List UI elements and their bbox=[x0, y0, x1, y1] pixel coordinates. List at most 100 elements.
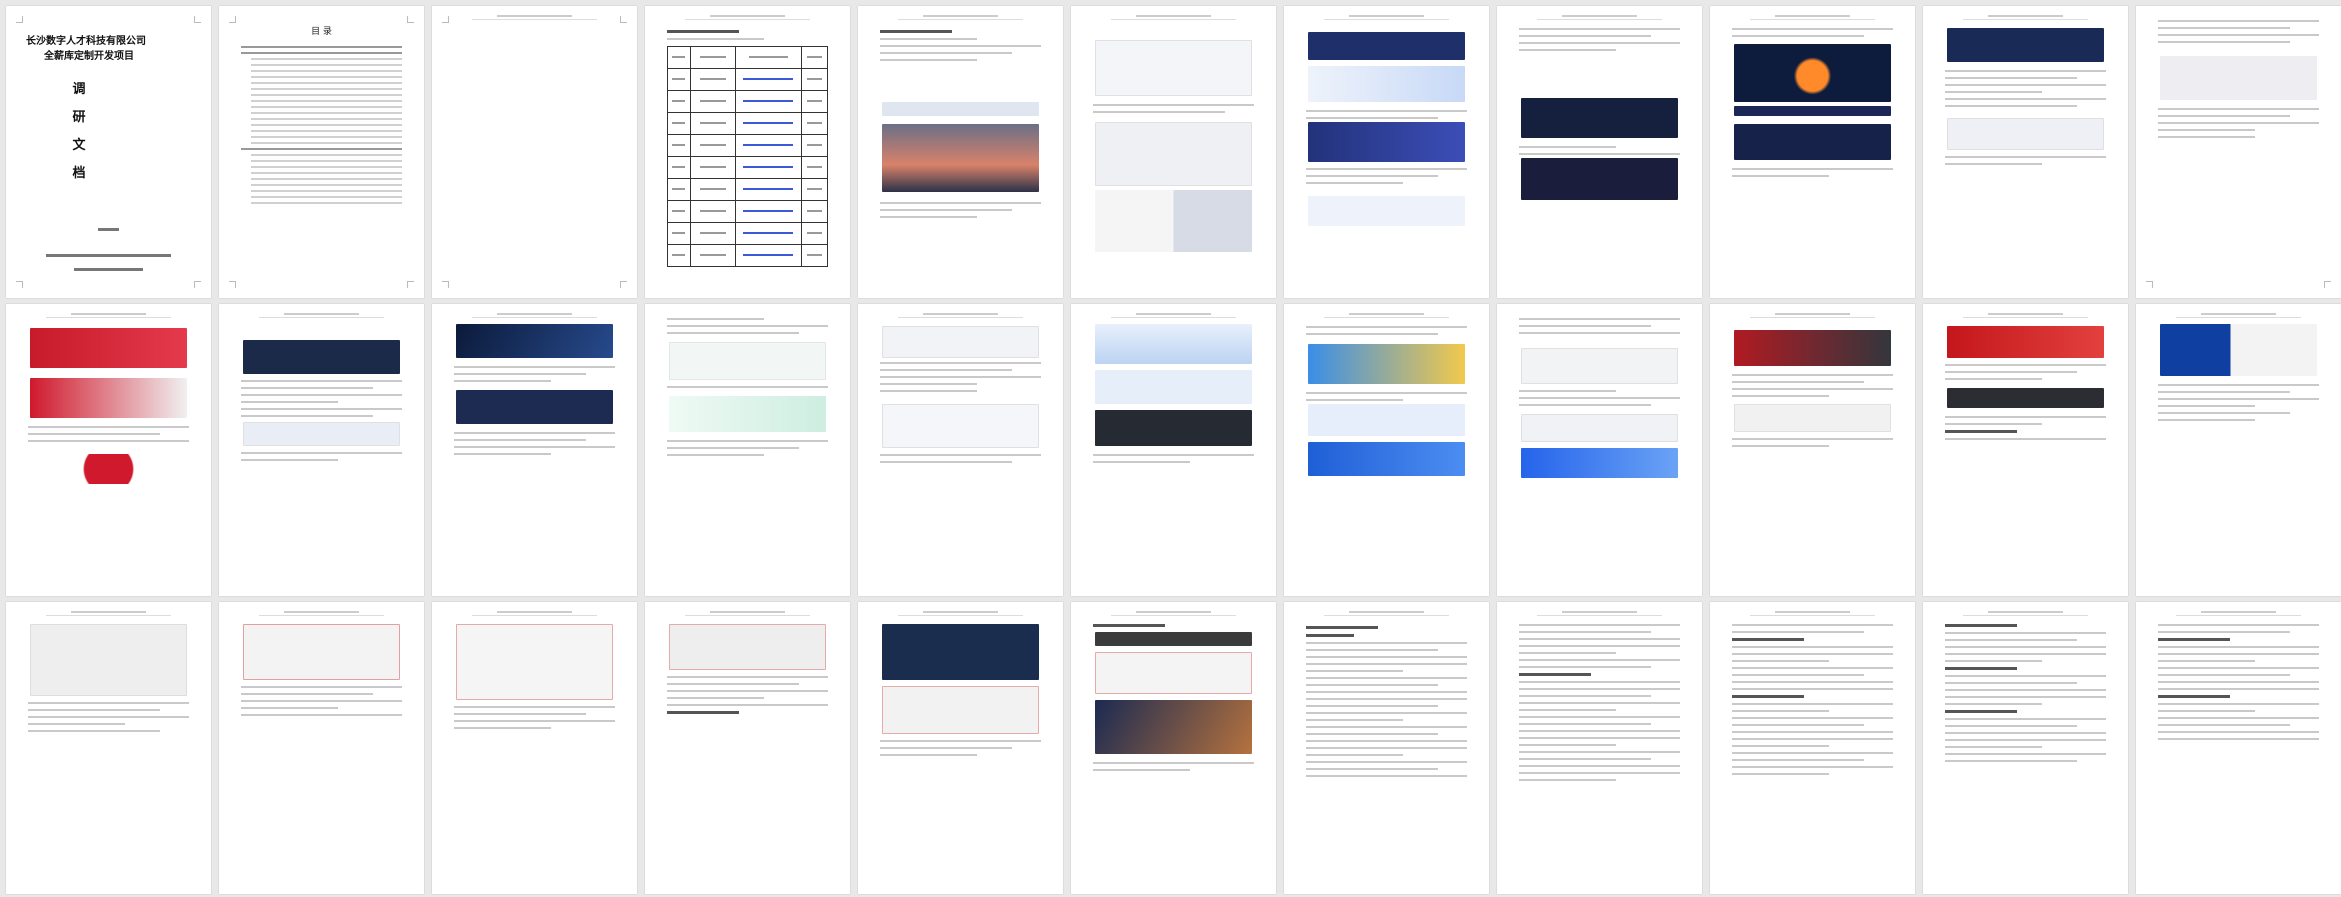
page-header bbox=[472, 15, 597, 23]
page-research-24[interactable] bbox=[1071, 602, 1276, 894]
crop-mark bbox=[620, 281, 627, 288]
page-requirements-3[interactable] bbox=[1710, 602, 1915, 894]
website-screenshot bbox=[1308, 404, 1465, 436]
page-header bbox=[2176, 611, 2301, 619]
page-header bbox=[46, 313, 171, 321]
page-research-21[interactable] bbox=[432, 602, 637, 894]
crop-mark bbox=[2324, 281, 2331, 288]
page-header bbox=[685, 15, 810, 23]
text-block bbox=[1732, 438, 1893, 452]
website-screenshot bbox=[1095, 122, 1252, 186]
page-header bbox=[1537, 611, 1662, 619]
page-table[interactable] bbox=[645, 6, 850, 298]
crop-mark bbox=[229, 16, 236, 23]
page-requirements-4[interactable] bbox=[1923, 602, 2128, 894]
page-header bbox=[1111, 611, 1236, 619]
page-research-2[interactable] bbox=[1071, 6, 1276, 298]
page-research-11[interactable] bbox=[645, 304, 850, 596]
ui-screenshot bbox=[1095, 652, 1252, 694]
page-requirements-2[interactable] bbox=[1497, 602, 1702, 894]
ui-screenshot bbox=[882, 686, 1039, 734]
page-requirements-1[interactable] bbox=[1284, 602, 1489, 894]
crop-mark bbox=[407, 281, 414, 288]
red-banner-image bbox=[30, 378, 187, 418]
text-block bbox=[880, 740, 1041, 761]
page-research-10[interactable] bbox=[432, 304, 637, 596]
page-research-16[interactable] bbox=[1710, 304, 1915, 596]
page-header bbox=[472, 611, 597, 619]
page-requirements-5[interactable] bbox=[2136, 602, 2341, 894]
crop-mark bbox=[2146, 281, 2153, 288]
dark-screenshot bbox=[1308, 32, 1465, 60]
document-type-title: 调 研 文 档 bbox=[72, 76, 86, 188]
text-block bbox=[241, 380, 402, 422]
page-research-19[interactable] bbox=[6, 602, 211, 894]
page-research-9[interactable] bbox=[219, 304, 424, 596]
text-block bbox=[667, 386, 828, 393]
page-research-8[interactable] bbox=[6, 304, 211, 596]
page-research-20[interactable] bbox=[219, 602, 424, 894]
text-block bbox=[667, 676, 828, 719]
text-block bbox=[2158, 108, 2319, 143]
page-research-3[interactable] bbox=[1284, 6, 1489, 298]
text-block bbox=[454, 366, 615, 387]
page-research-12[interactable] bbox=[858, 304, 1063, 596]
text-block bbox=[1093, 762, 1254, 776]
ui-screenshot bbox=[456, 624, 613, 700]
page-toc[interactable]: 目 录 bbox=[219, 6, 424, 298]
ui-screenshot bbox=[30, 624, 187, 696]
text-block bbox=[241, 686, 402, 721]
dark-screenshot bbox=[1734, 124, 1891, 160]
text-block bbox=[28, 702, 189, 737]
website-screenshot bbox=[1521, 414, 1678, 442]
crop-mark bbox=[16, 281, 23, 288]
page-research-5[interactable] bbox=[1710, 6, 1915, 298]
dark-screenshot bbox=[456, 324, 613, 358]
website-screenshot bbox=[2160, 56, 2317, 100]
ui-screenshot bbox=[669, 624, 826, 670]
page-header bbox=[898, 15, 1023, 23]
page-research-4[interactable] bbox=[1497, 6, 1702, 298]
cover-date bbox=[74, 268, 143, 271]
text-block bbox=[1519, 28, 1680, 56]
text-block bbox=[28, 426, 189, 447]
text-block bbox=[1306, 326, 1467, 340]
page-research-1[interactable] bbox=[858, 6, 1063, 298]
page-cover[interactable]: 长沙数字人才科技有限公司 全薪库定制开发项目 调 研 文 档 bbox=[6, 6, 211, 298]
page-header bbox=[259, 313, 384, 321]
page-header bbox=[1324, 611, 1449, 619]
page-header bbox=[1750, 313, 1875, 321]
video-thumbnail bbox=[1095, 700, 1252, 754]
website-screenshot bbox=[882, 404, 1039, 448]
dark-screenshot bbox=[1734, 106, 1891, 116]
page-research-22[interactable] bbox=[645, 602, 850, 894]
text-block bbox=[1093, 624, 1254, 632]
page-research-14[interactable] bbox=[1284, 304, 1489, 596]
text-block bbox=[1732, 168, 1893, 182]
website-screenshot bbox=[1947, 118, 2104, 150]
text-block bbox=[880, 30, 1041, 66]
page-research-13[interactable] bbox=[1071, 304, 1276, 596]
text-block bbox=[241, 452, 402, 466]
text-block bbox=[880, 202, 1041, 223]
page-research-6[interactable] bbox=[1923, 6, 2128, 298]
text-block bbox=[1732, 624, 1893, 780]
page-research-7[interactable] bbox=[2136, 6, 2341, 298]
page-header bbox=[472, 313, 597, 321]
red-banner-image bbox=[30, 328, 187, 368]
ui-screenshot bbox=[243, 624, 400, 680]
page-header bbox=[1963, 313, 2088, 321]
page-research-23[interactable] bbox=[858, 602, 1063, 894]
research-table bbox=[667, 46, 828, 267]
text-block bbox=[1945, 416, 2106, 445]
page-blank[interactable] bbox=[432, 6, 637, 298]
text-block bbox=[1945, 70, 2106, 112]
page-research-15[interactable] bbox=[1497, 304, 1702, 596]
page-header bbox=[2176, 313, 2301, 321]
crop-mark bbox=[620, 16, 627, 23]
page-research-18[interactable] bbox=[2136, 304, 2341, 596]
page-header bbox=[1963, 611, 2088, 619]
text-block bbox=[667, 318, 828, 339]
page-research-17[interactable] bbox=[1923, 304, 2128, 596]
text-block bbox=[454, 432, 615, 460]
